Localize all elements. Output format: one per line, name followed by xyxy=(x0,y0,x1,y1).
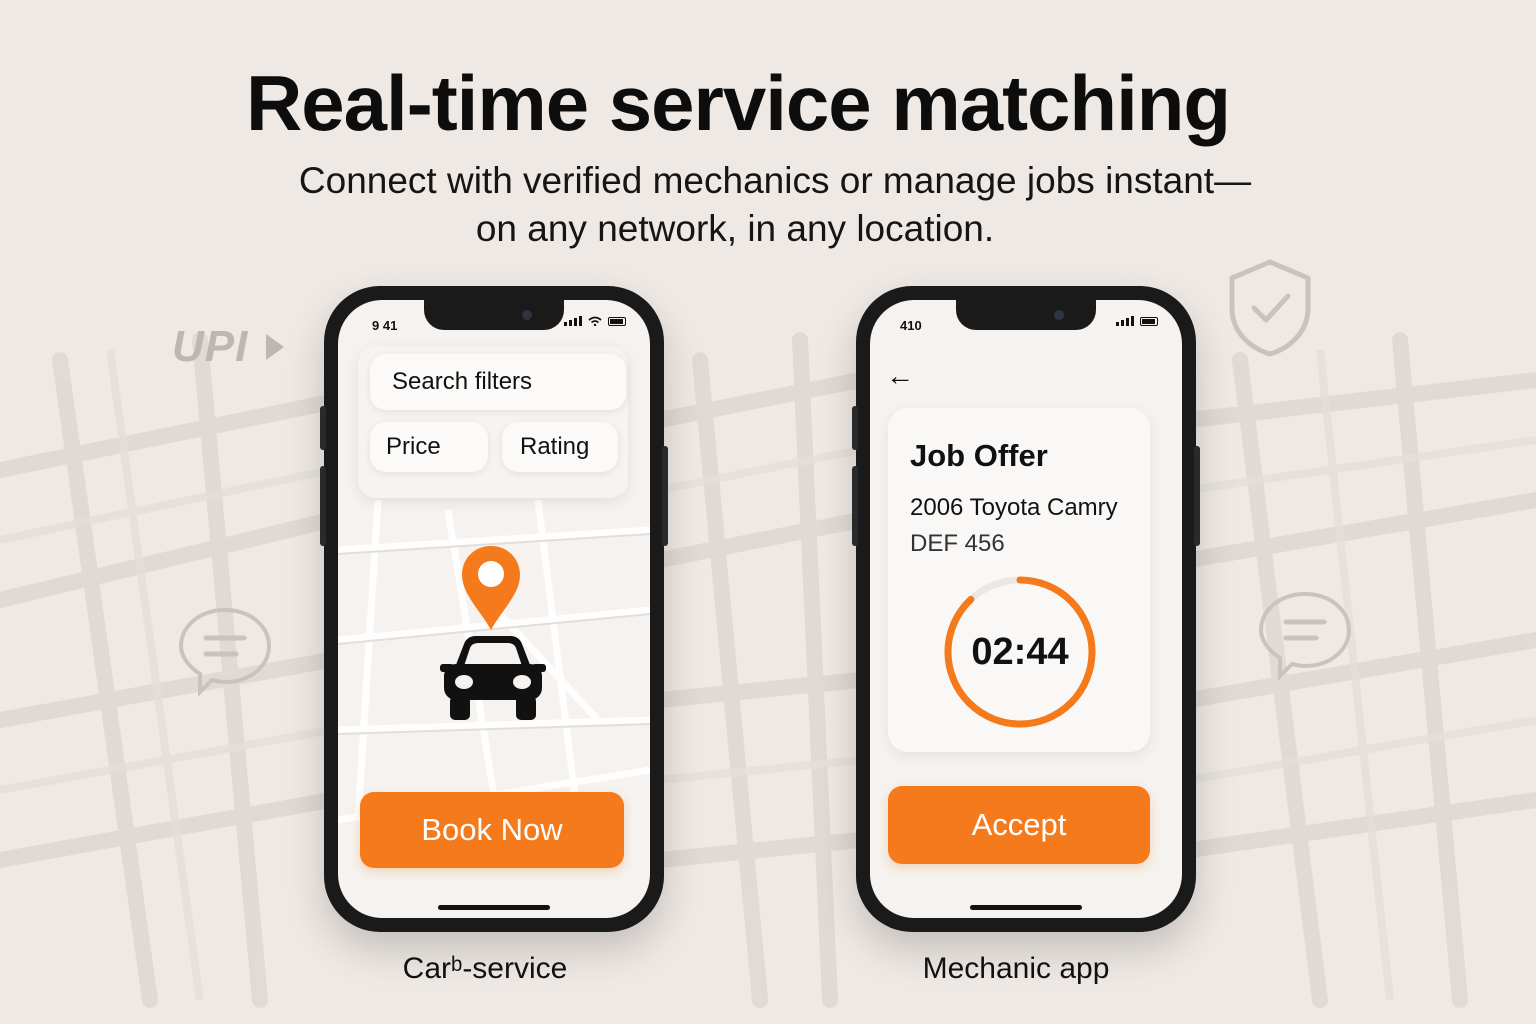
customer-phone: 9 41 Search filters Price Rating Book No… xyxy=(320,286,668,932)
wifi-icon xyxy=(588,316,602,326)
phone-button xyxy=(320,466,326,546)
job-offer-title: Job Offer xyxy=(910,438,1048,473)
phone-button xyxy=(662,446,668,546)
status-bar: 410 xyxy=(870,314,1182,334)
book-now-button[interactable]: Book Now xyxy=(360,792,624,868)
chat-bubble-icon-left xyxy=(178,607,272,696)
mechanic-phone: 410 ← Job Offer 2006 Toyota Camry DEF 45… xyxy=(852,286,1200,932)
chat-bubble-icon-right xyxy=(1258,591,1352,680)
mechanic-screen: 410 ← Job Offer 2006 Toyota Camry DEF 45… xyxy=(870,300,1182,918)
filter-rating-chip[interactable]: Rating xyxy=(502,422,618,472)
shield-check-icon xyxy=(1229,259,1311,357)
phone-button xyxy=(320,406,326,450)
page-headline: Real-time service matching xyxy=(245,59,1231,147)
signal-icon xyxy=(1116,316,1134,326)
countdown-timer: 02:44 xyxy=(940,572,1100,732)
accept-button[interactable]: Accept xyxy=(888,786,1150,864)
back-arrow-icon[interactable]: ← xyxy=(886,360,914,392)
search-filters-button[interactable]: Search filters xyxy=(370,354,626,410)
home-indicator[interactable] xyxy=(970,905,1082,910)
countdown-value: 02:44 xyxy=(971,630,1069,673)
status-icons xyxy=(564,316,626,326)
car-icon xyxy=(440,636,546,720)
phone-button xyxy=(852,466,858,546)
filter-price-chip[interactable]: Price xyxy=(370,422,488,472)
home-indicator[interactable] xyxy=(438,905,550,910)
status-time: 9 41 xyxy=(372,318,398,333)
status-bar: 9 41 xyxy=(338,314,650,334)
upi-arrow-icon xyxy=(266,334,284,360)
page-subheadline-line2: on any network, in any location. xyxy=(475,208,995,249)
battery-icon xyxy=(608,316,626,326)
job-plate: DEF 456 xyxy=(910,530,1005,557)
signal-icon xyxy=(564,316,582,326)
job-offer-card: Job Offer 2006 Toyota Camry DEF 456 02:4… xyxy=(888,408,1150,752)
phone-button xyxy=(852,406,858,450)
status-time: 410 xyxy=(900,318,922,333)
customer-app-caption: Carᵇ-service xyxy=(402,952,568,985)
status-icons xyxy=(1116,316,1158,326)
background-map xyxy=(0,332,1536,1008)
battery-icon xyxy=(1140,316,1158,326)
mechanic-app-caption: Mechanic app xyxy=(922,952,1110,985)
customer-screen: 9 41 Search filters Price Rating Book No… xyxy=(338,300,650,918)
map-pin-icon xyxy=(462,546,520,630)
job-vehicle: 2006 Toyota Camry xyxy=(910,494,1118,521)
phone-button xyxy=(1194,446,1200,546)
page-subheadline-line1: Connect with verified mechanics or manag… xyxy=(298,160,1252,201)
search-filters-panel: Search filters Price Rating xyxy=(358,346,628,498)
upi-logo: UPI xyxy=(172,322,249,371)
